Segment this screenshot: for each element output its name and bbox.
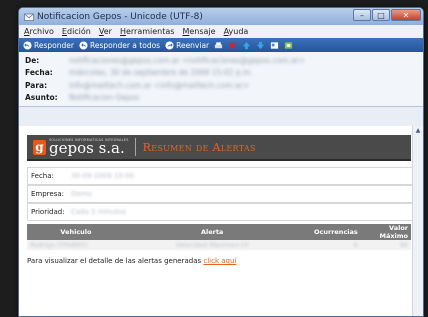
field-empresa: Empresa: Demo <box>27 185 413 203</box>
detail-link[interactable]: click aquí <box>203 257 236 265</box>
toolbar: Responder Responder a todos Reenviar <box>19 38 423 52</box>
forward-icon <box>165 40 174 50</box>
forward-label: Reenviar <box>176 40 210 50</box>
header-subject: Asunto: Notificacion Gepos <box>25 92 417 105</box>
header-value: Notificacion Gepos <box>69 93 140 103</box>
header-label: Asunto: <box>25 93 58 103</box>
next-icon[interactable] <box>256 41 265 50</box>
header-value: notificaciones@gepos.com.ar <notificacio… <box>69 55 305 65</box>
column-header-alerta: Alerta <box>124 224 300 240</box>
table-cell: 90 <box>361 240 411 250</box>
column-header-ocurrencias: Ocurrencias <box>299 224 361 240</box>
menu-mensaje[interactable]: Mensaje <box>182 27 215 36</box>
menu-herramientas[interactable]: Herramientas <box>120 27 175 36</box>
field-prioridad: Prioridad: Cada 5 minutos <box>27 203 413 221</box>
header-value: info@mailtech.com.ar <info@mailtech.com.… <box>69 80 250 90</box>
close-button[interactable]: ✕ <box>391 9 421 21</box>
logo-name: gepos s.a. <box>49 139 125 157</box>
header-date: Fecha: miércoles, 30 de septiembre de 20… <box>25 67 417 80</box>
envelope-icon <box>24 13 34 21</box>
column-header-vehiculo: Vehiculo <box>27 224 125 240</box>
title-bar: Notificacion Gepos - Unicode (UTF-8) – □… <box>19 8 423 25</box>
window-title: Notificacion Gepos - Unicode (UTF-8) <box>37 11 203 22</box>
reply-label: Responder <box>34 40 74 50</box>
window-controls: – □ ✕ <box>353 9 421 21</box>
gepos-logo: SOLUCIONES INFORMATICAS INTEGRALES gepos… <box>49 138 129 156</box>
field-label: Fecha: <box>31 172 54 180</box>
menu-archivo[interactable]: Archivo <box>24 27 54 36</box>
menu-bar: Archivo Edición Ver Herramientas Mensaje… <box>19 25 423 38</box>
cell-ocurrencias: 6 <box>353 241 358 249</box>
cell-valor-maximo: 90 <box>399 241 408 249</box>
message-headers: De: notificaciones@gepos.com.ar <notific… <box>19 52 423 107</box>
minimize-button[interactable]: – <box>353 9 371 21</box>
table-cell: Rodrigo (TPH865) <box>27 240 125 250</box>
header-value: miércoles, 30 de septiembre de 2009 15:0… <box>69 68 253 78</box>
vertical-scrollbar[interactable]: ▲ <box>412 126 423 316</box>
field-value: Demo <box>71 190 92 198</box>
maximize-button[interactable]: □ <box>372 9 390 21</box>
menu-ayuda[interactable]: Ayuda <box>224 27 249 36</box>
header-from: De: notificaciones@gepos.com.ar <notific… <box>25 54 417 67</box>
forward-button[interactable]: Reenviar <box>165 41 209 50</box>
delete-icon[interactable] <box>228 41 237 50</box>
field-label: Empresa: <box>31 190 65 198</box>
field-fecha: Fecha: 30-09-2009 15:00 <box>27 167 413 185</box>
banner-divider <box>134 138 136 156</box>
table-cell: Velocidad Máxima>10 <box>125 240 299 250</box>
header-label: Fecha: <box>25 68 53 78</box>
scroll-up-arrow-icon[interactable]: ▲ <box>413 126 423 136</box>
reply-button[interactable]: Responder <box>23 41 74 50</box>
menu-ver[interactable]: Ver <box>99 27 112 36</box>
cell-alerta: Velocidad Máxima>10 <box>175 241 249 249</box>
header-label: Para: <box>25 80 48 90</box>
field-value: Cada 5 minutos <box>71 208 127 216</box>
header-label: De: <box>25 55 40 65</box>
messenger-icon[interactable] <box>284 41 293 50</box>
field-label: Prioridad: <box>31 208 65 216</box>
table-header-row: Vehiculo Alerta Ocurrencias Valor Máximo <box>27 224 411 240</box>
previous-icon[interactable] <box>242 41 251 50</box>
reply-all-button[interactable]: Responder a todos <box>79 41 160 50</box>
table-cell: 6 <box>299 240 360 250</box>
report-heading: Resumen de Alertas <box>142 140 256 154</box>
reply-all-label: Responder a todos <box>89 40 161 50</box>
menu-edicion[interactable]: Edición <box>62 27 91 36</box>
message-body: g SOLUCIONES INFORMATICAS INTEGRALES gep… <box>19 126 423 316</box>
print-icon[interactable] <box>214 41 223 50</box>
cell-vehiculo: Rodrigo (TPH865) <box>30 241 88 249</box>
reply-all-icon <box>79 40 88 50</box>
alerts-table: Vehiculo Alerta Ocurrencias Valor Máximo… <box>27 224 411 250</box>
gepos-logo-badge: g <box>33 139 46 155</box>
reply-icon <box>23 40 32 50</box>
email-window: Notificacion Gepos - Unicode (UTF-8) – □… <box>18 7 424 317</box>
field-value: 30-09-2009 15:00 <box>71 172 135 180</box>
header-to: Para: info@mailtech.com.ar <info@mailtec… <box>25 79 417 92</box>
column-header-valor-maximo: Valor Máximo <box>360 224 411 240</box>
brand-banner: g SOLUCIONES INFORMATICAS INTEGRALES gep… <box>27 135 411 161</box>
detail-note: Para visualizar el detalle de las alerta… <box>27 257 236 265</box>
table-row: Rodrigo (TPH865) Velocidad Máxima>10 6 9… <box>27 240 411 250</box>
address-book-icon[interactable] <box>270 41 279 50</box>
detail-note-text: Para visualizar el detalle de las alerta… <box>27 257 204 265</box>
